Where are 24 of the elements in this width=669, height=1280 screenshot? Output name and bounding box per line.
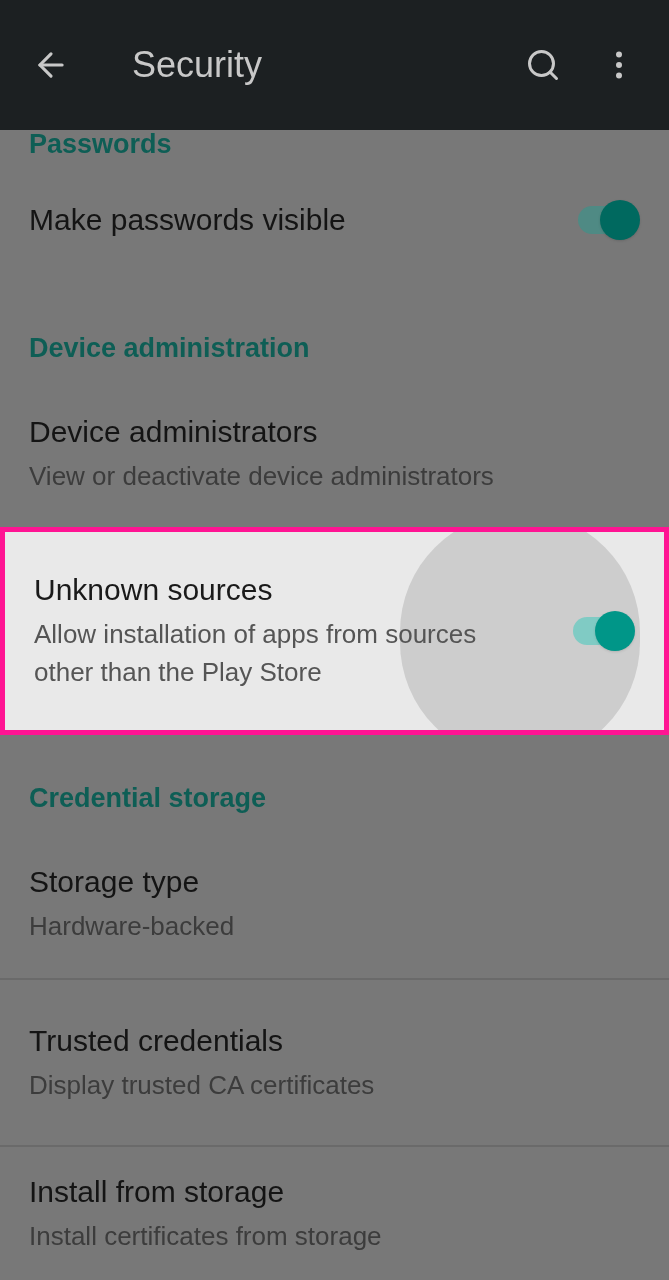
- settings-row[interactable]: Install from storage Install certificates from storage: [0, 1147, 669, 1280]
- row-subtitle: View or deactivate device administrators: [29, 459, 495, 493]
- row-subtitle: Allow installation of apps from sources other than the Play Store: [34, 618, 478, 689]
- row-subtitle: Display trusted CA certificates: [29, 1068, 376, 1102]
- settings-row[interactable]: Storage type Hardware-backed: [0, 830, 669, 980]
- settings-row[interactable]: Device administrators View or deactivate device administrators: [0, 380, 669, 527]
- section-header: Device administration: [29, 335, 310, 362]
- settings-row[interactable]: Trusted credentials Display trusted CA certificates: [0, 980, 669, 1147]
- toggle-switch[interactable]: [571, 611, 635, 651]
- row-title: Trusted credentials: [29, 1022, 284, 1059]
- settings-row[interactable]: Make passwords visible: [0, 160, 669, 280]
- row-title: Make passwords visible: [29, 202, 347, 238]
- section-header: Credential storage: [29, 785, 267, 812]
- row-subtitle: Hardware-backed: [29, 910, 236, 943]
- row-title: Unknown sources: [34, 572, 274, 608]
- row-subtitle: Install certificates from storage: [29, 1219, 383, 1253]
- toggle-switch[interactable]: [576, 200, 640, 240]
- screen-title: Security: [132, 43, 264, 87]
- settings-row[interactable]: Unknown sources Allow installation of apps from sources other than the Play Store: [0, 527, 669, 735]
- row-title: Device administrators: [29, 413, 319, 450]
- search-icon[interactable]: [525, 47, 561, 83]
- row-title: Install from storage: [29, 1173, 286, 1210]
- section-header: Passwords: [29, 131, 172, 158]
- row-title: Storage type: [29, 864, 201, 900]
